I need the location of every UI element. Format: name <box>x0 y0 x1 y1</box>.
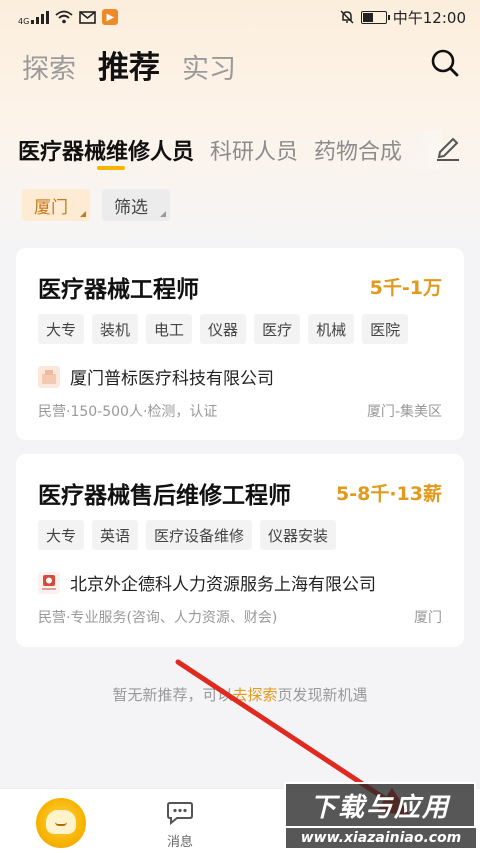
intent-tab-researcher[interactable]: 科研人员 <box>210 134 298 166</box>
clock: 中午12:00 <box>392 8 466 27</box>
job-tag: 医疗 <box>254 314 301 344</box>
mute-bell-icon <box>340 10 354 24</box>
company-name: 厦门普标医疗科技有限公司 <box>70 369 274 389</box>
company-meta: 民营·150-500人·检测，认证 <box>38 404 218 420</box>
job-salary: 5-8千·13薪 <box>336 483 442 505</box>
job-title: 医疗器械售后维修工程师 <box>38 483 291 509</box>
edit-icon[interactable] <box>434 132 462 162</box>
job-tag: 机械 <box>308 314 355 344</box>
intent-tab-drug-synthesis[interactable]: 药物合成 <box>314 134 402 166</box>
intent-tab-medical-repair[interactable]: 医疗器械维修人员 <box>18 134 194 166</box>
tip-text-before: 暂无新推荐，可以 <box>112 686 233 704</box>
job-tag: 仪器 <box>200 314 247 344</box>
company-row: 北京外企德科人力资源服务上海有限公司 <box>38 570 376 595</box>
city-filter-chip[interactable]: 厦门 <box>22 189 90 221</box>
dropdown-corner-icon <box>160 211 166 217</box>
filter-label: 筛选 <box>114 197 148 218</box>
company-meta: 民营·专业服务(咨询、人力资源、财会) <box>38 610 278 626</box>
job-tags: 大专 英语 医疗设备维修 仪器安装 <box>38 520 337 550</box>
status-bar: 4G ▶ 中午12:00 <box>0 0 480 34</box>
filter-chip[interactable]: 筛选 <box>102 189 170 221</box>
tip-text-after: 页发现新机遇 <box>277 686 368 704</box>
explore-link[interactable]: 去探索 <box>232 686 277 704</box>
job-tag: 装机 <box>92 314 139 344</box>
wifi-icon <box>55 10 73 24</box>
job-tag: 医疗设备维修 <box>146 520 253 550</box>
chat-bubble-icon <box>167 802 193 826</box>
job-title: 医疗器械工程师 <box>38 277 199 303</box>
battery-icon <box>360 10 390 24</box>
home-mascot-icon[interactable] <box>36 798 86 848</box>
job-tag: 仪器安装 <box>260 520 337 550</box>
mail-icon <box>79 10 97 24</box>
app-notification-icon: ▶ <box>102 9 119 25</box>
company-row: 厦门普标医疗科技有限公司 <box>38 364 274 389</box>
job-tag: 英语 <box>92 520 139 550</box>
job-card[interactable]: 医疗器械售后维修工程师 5-8千·13薪 大专 英语 医疗设备维修 仪器安装 北… <box>16 454 464 647</box>
watermark-title: 下载与应用 <box>309 792 450 823</box>
company-name: 北京外企德科人力资源服务上海有限公司 <box>70 575 376 595</box>
active-tab-indicator <box>97 166 125 170</box>
job-salary: 5千-1万 <box>369 277 442 299</box>
header-tabs: 探索 推荐 实习 <box>22 42 236 87</box>
tab-recommend[interactable]: 推荐 <box>98 42 160 87</box>
job-tags: 大专 装机 电工 仪器 医疗 机械 医院 <box>38 314 409 344</box>
job-tag: 电工 <box>146 314 193 344</box>
job-intent-tabs: 医疗器械维修人员 科研人员 药物合成 <box>18 130 438 170</box>
search-icon[interactable] <box>430 48 460 78</box>
nav-messages-label: 消息 <box>166 835 193 850</box>
job-card[interactable]: 医疗器械工程师 5千-1万 大专 装机 电工 仪器 医疗 机械 医院 厦门普标医… <box>16 248 464 440</box>
watermark-url: www.xiazainiao.com <box>286 828 476 848</box>
company-logo-icon <box>38 571 60 594</box>
no-more-recommendations-tip: 暂无新推荐，可以去探索页发现新机遇 <box>0 684 480 705</box>
tab-internship[interactable]: 实习 <box>182 47 236 86</box>
city-filter-label: 厦门 <box>34 197 68 218</box>
company-logo-icon <box>38 365 60 388</box>
job-tag: 医院 <box>362 314 409 344</box>
job-tag: 大专 <box>38 314 85 344</box>
job-location: 厦门-集美区 <box>366 404 442 420</box>
signal-icon <box>31 10 50 24</box>
watermark-logo: 下载与应用 <box>284 782 476 828</box>
network-type: 4G <box>18 16 30 26</box>
job-location: 厦门 <box>414 610 442 626</box>
job-tag: 大专 <box>38 520 85 550</box>
tab-explore[interactable]: 探索 <box>22 47 76 86</box>
dropdown-corner-icon <box>80 211 86 217</box>
nav-messages[interactable]: 消息 <box>160 801 200 850</box>
